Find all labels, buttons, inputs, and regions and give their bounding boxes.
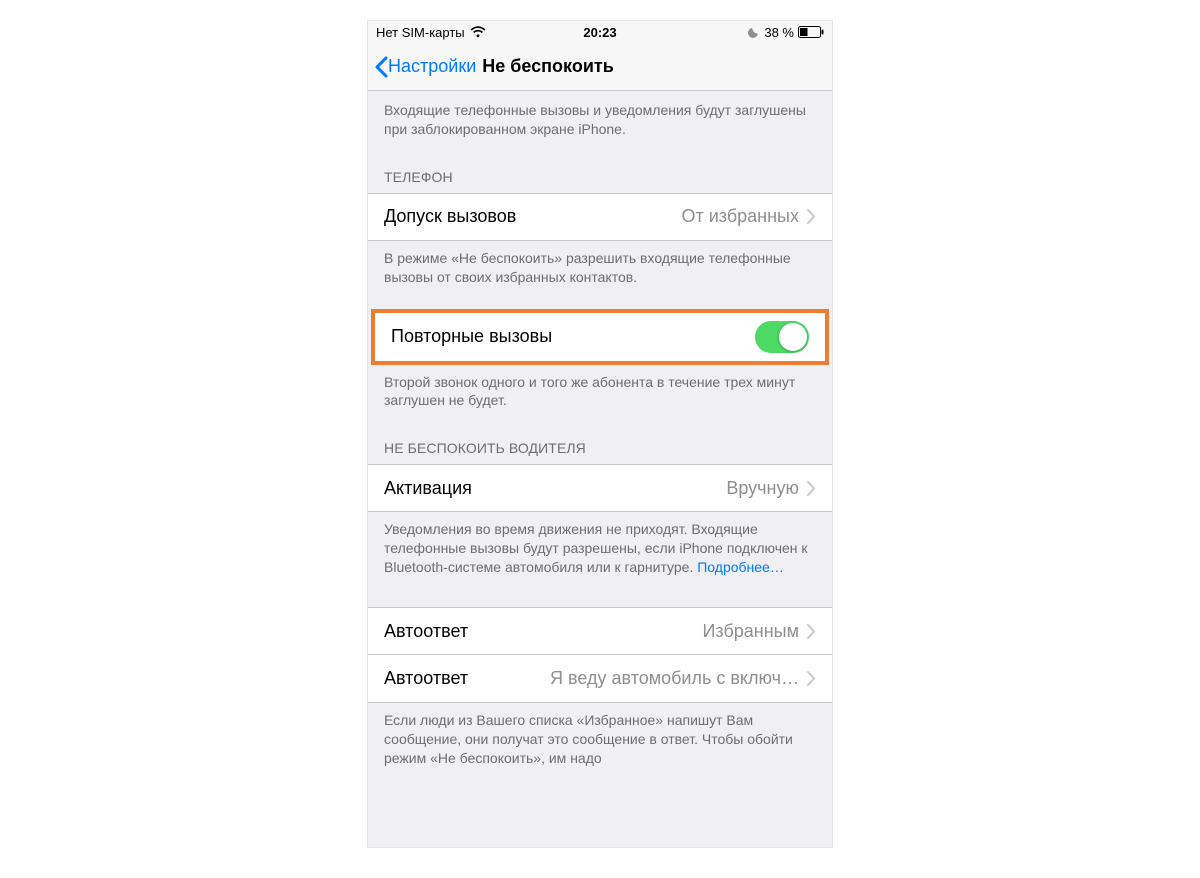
intro-note: Входящие телефонные вызовы и уведомления…	[368, 91, 832, 147]
autoreply-note: Если люди из Вашего списка «Избранное» н…	[368, 703, 832, 776]
row-autoreply-msg-label: Автоответ	[384, 668, 468, 689]
chevron-right-icon	[807, 209, 816, 224]
toggle-knob	[779, 323, 807, 351]
repeat-calls-note: Второй звонок одного и того же абонента …	[368, 365, 832, 419]
back-button[interactable]: Настройки	[368, 56, 476, 78]
chevron-right-icon	[807, 624, 816, 639]
chevron-left-icon	[374, 56, 388, 78]
highlighted-row: Повторные вызовы	[371, 309, 829, 365]
row-allow-calls-value: От избранных	[526, 206, 807, 227]
chevron-right-icon	[807, 481, 816, 496]
status-bar: Нет SIM-карты 20:23 38 %	[368, 21, 832, 43]
allow-calls-note: В режиме «Не беспокоить» разрешить входя…	[368, 241, 832, 295]
learn-more-link[interactable]: Подробнее…	[697, 559, 784, 575]
row-autoreply-to-label: Автоответ	[384, 621, 468, 642]
section-header-driving: НЕ БЕСПОКОИТЬ ВОДИТЕЛЯ	[368, 418, 832, 464]
page-title: Не беспокоить	[482, 56, 614, 77]
row-repeat-calls[interactable]: Повторные вызовы	[375, 313, 825, 361]
nav-bar: Настройки Не беспокоить	[368, 43, 832, 91]
row-autoreply-msg-value: Я веду автомобиль с включ…	[478, 668, 807, 689]
phone-screen: Нет SIM-карты 20:23 38 % Настройки Не бе…	[367, 20, 833, 848]
row-allow-calls[interactable]: Допуск вызовов От избранных	[368, 193, 832, 241]
row-autoreply-msg[interactable]: Автоответ Я веду автомобиль с включ…	[368, 655, 832, 703]
row-activation[interactable]: Активация Вручную	[368, 464, 832, 512]
row-activation-value: Вручную	[482, 478, 807, 499]
row-autoreply-to[interactable]: Автоответ Избранным	[368, 607, 832, 655]
settings-content[interactable]: Входящие телефонные вызовы и уведомления…	[368, 91, 832, 776]
row-activation-label: Активация	[384, 478, 472, 499]
activation-note: Уведомления во время движения не приходя…	[368, 512, 832, 585]
row-allow-calls-label: Допуск вызовов	[384, 206, 516, 227]
chevron-right-icon	[807, 671, 816, 686]
repeat-calls-toggle[interactable]	[755, 321, 809, 353]
row-repeat-calls-label: Повторные вызовы	[391, 326, 552, 347]
status-time: 20:23	[368, 25, 832, 40]
row-autoreply-to-value: Избранным	[478, 621, 807, 642]
back-label: Настройки	[388, 56, 476, 77]
section-header-phone: ТЕЛЕФОН	[368, 147, 832, 193]
